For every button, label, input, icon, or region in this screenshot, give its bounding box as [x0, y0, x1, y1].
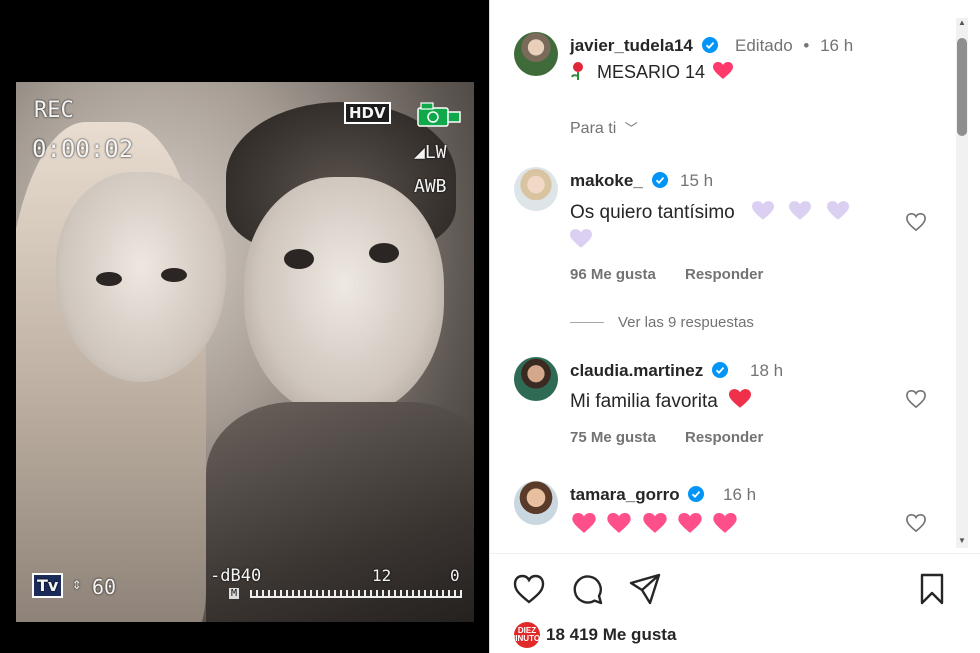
liker-avatar[interactable]: DIEZ MINUTOS	[509, 622, 545, 648]
comment-bubble-icon[interactable]	[570, 572, 604, 606]
chevron-down-icon: ﹀	[624, 121, 638, 136]
like-comment-heart-icon[interactable]	[905, 389, 927, 409]
red-heart-icon	[729, 389, 752, 408]
comment-likes[interactable]: 75 Me gusta	[570, 429, 656, 446]
author-username-row: javier_tudela14	[570, 36, 718, 56]
meta-separator: •	[803, 36, 810, 55]
purple-heart-icon	[826, 201, 849, 220]
hud-tick-12: 12	[372, 566, 392, 585]
photo-eye	[161, 268, 187, 282]
rose-icon	[571, 62, 583, 80]
caption-text: MESARIO 14	[597, 62, 706, 82]
scrollbar-thumb[interactable]	[957, 38, 967, 136]
share-paper-plane-icon[interactable]	[628, 572, 662, 606]
hud-timecode: 0:00:02	[32, 135, 134, 163]
replies-line	[570, 322, 604, 323]
like-comment-heart-icon[interactable]	[905, 513, 927, 533]
hud-updown-icon: ⇕	[72, 574, 82, 593]
comment-username[interactable]: claudia.martinez	[570, 361, 703, 380]
hud-hdv-badge: HDV	[344, 102, 391, 124]
post-photo[interactable]	[16, 82, 474, 622]
photo-face-right	[244, 177, 444, 417]
hud-lw: ◢LW	[414, 142, 447, 163]
comment-username-row: tamara_gorro	[570, 485, 705, 505]
purple-heart-icon	[570, 229, 592, 248]
commenter-avatar[interactable]	[514, 481, 558, 525]
pink-heart-icon	[642, 513, 667, 533]
photo-face-left	[56, 172, 226, 382]
pink-heart-icon	[713, 513, 737, 533]
hud-lw-label: LW	[424, 142, 447, 163]
hud-tick-0: 0	[450, 566, 460, 585]
like-heart-icon[interactable]	[512, 572, 546, 606]
likes-count[interactable]: 18 419 Me gusta	[546, 625, 676, 645]
comment-username-row: makoke_	[570, 171, 668, 191]
audio-meter	[250, 590, 462, 598]
edited-label: Editado	[735, 36, 793, 55]
sort-label: Para ti	[570, 120, 617, 137]
comment-text: Mi familia favorita	[570, 389, 752, 413]
comment-username-row: claudia.martinez	[570, 361, 728, 381]
hud-meter-label: M	[229, 588, 240, 599]
comments-panel: javier_tudela14 Editado • 16 h MESARIO 1…	[489, 0, 980, 653]
comment-text: Os quiero tantísimo	[570, 199, 890, 255]
comment-text	[572, 513, 737, 538]
comment-time[interactable]: 16 h	[723, 485, 756, 505]
pink-heart-icon	[607, 513, 631, 533]
post-caption: MESARIO 14	[570, 61, 734, 83]
camera-battery-icon	[417, 102, 461, 127]
comment-username[interactable]: makoke_	[570, 171, 643, 190]
author-username[interactable]: javier_tudela14	[570, 36, 693, 55]
save-bookmark-icon[interactable]	[915, 572, 949, 606]
comments-scroll-area[interactable]: javier_tudela14 Editado • 16 h MESARIO 1…	[490, 0, 952, 553]
verified-badge-icon	[651, 172, 668, 188]
like-comment-heart-icon[interactable]	[905, 212, 927, 232]
purple-heart-icon	[752, 201, 775, 220]
post-meta: Editado • 16 h	[735, 36, 853, 56]
reply-button[interactable]: Responder	[685, 429, 763, 446]
view-replies-button[interactable]: Ver las 9 respuestas	[570, 314, 754, 331]
author-avatar[interactable]	[514, 32, 558, 76]
post-time[interactable]: 16 h	[820, 36, 853, 55]
view-replies-label: Ver las 9 respuestas	[618, 314, 754, 331]
sort-for-you-dropdown[interactable]: Para ti ﹀	[570, 118, 638, 138]
likes-summary[interactable]: DIEZ MINUTOS 18 419 Me gusta	[509, 622, 676, 648]
reply-button[interactable]: Responder	[685, 266, 763, 283]
comment-body: Mi familia favorita	[570, 391, 718, 412]
pink-heart-icon	[678, 513, 702, 533]
red-heart-icon	[713, 62, 734, 79]
hud-shutter: 60	[92, 575, 117, 599]
hud-db: -dB40	[210, 566, 262, 586]
photo-eye	[96, 272, 122, 286]
verified-badge-icon	[688, 486, 705, 502]
verified-badge-icon	[701, 37, 718, 53]
comment-time[interactable]: 15 h	[680, 171, 713, 191]
hud-rec: REC	[34, 98, 74, 123]
photo-jacket	[206, 402, 474, 622]
verified-badge-icon	[711, 362, 728, 378]
comment-time[interactable]: 18 h	[750, 361, 783, 381]
commenter-avatar[interactable]	[514, 357, 558, 401]
commenter-avatar[interactable]	[514, 167, 558, 211]
photo-eye	[284, 249, 314, 269]
comment-body: Os quiero tantísimo	[570, 202, 735, 223]
comment-username[interactable]: tamara_gorro	[570, 485, 680, 504]
scroll-down-arrow-icon[interactable]: ▼	[956, 536, 968, 548]
actions-divider	[490, 553, 980, 554]
photo-eye	[369, 243, 399, 263]
scroll-up-arrow-icon[interactable]: ▲	[956, 18, 968, 30]
hud-awb: AWB	[414, 176, 447, 197]
hud-tv-badge: Tv	[32, 573, 64, 598]
pink-heart-icon	[572, 513, 596, 533]
purple-heart-icon	[789, 201, 812, 220]
post-media: REC 0:00:02 HDV ◢LW AWB Tv ⇕ 60 -dB40 12…	[0, 0, 489, 653]
comment-likes[interactable]: 96 Me gusta	[570, 266, 656, 283]
